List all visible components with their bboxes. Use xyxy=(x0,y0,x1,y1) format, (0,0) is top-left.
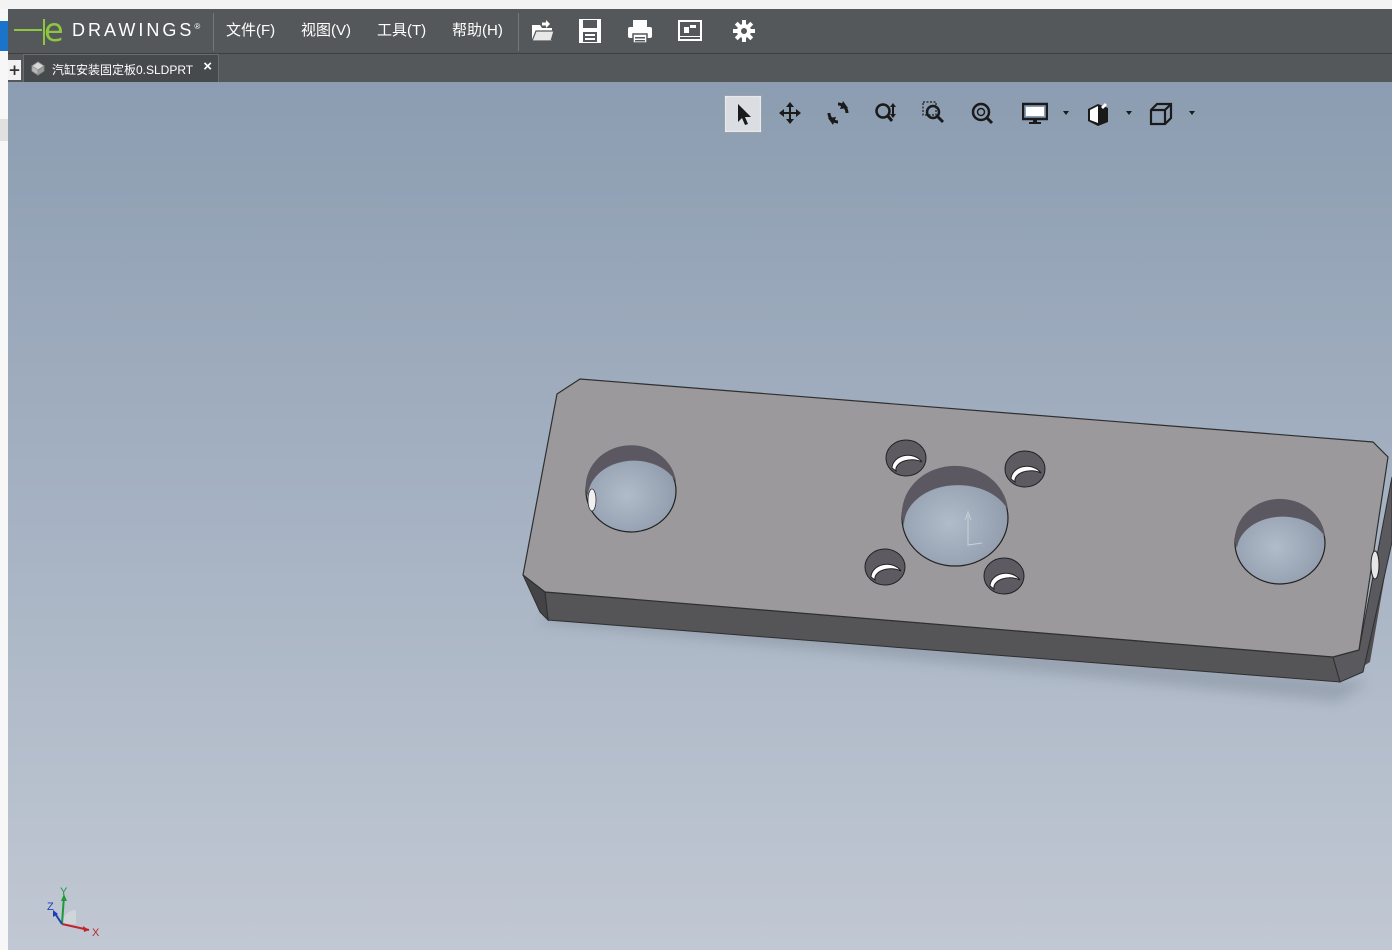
logo-word: DRAWINGS xyxy=(72,20,195,40)
edrawings-window: e DRAWINGS® 文件(F) 视图(V) 工具(T) 帮助(H) + 汽缸… xyxy=(8,9,1392,950)
select-tool[interactable] xyxy=(724,95,762,133)
logo-registered-mark: ® xyxy=(194,22,201,31)
3d-viewport[interactable]: X Y Z xyxy=(8,82,1392,950)
logo-arrow xyxy=(14,29,42,31)
menu-help[interactable]: 帮助(H) xyxy=(452,9,503,53)
section-dropdown-icon[interactable] xyxy=(1125,110,1133,116)
side-panel-selection xyxy=(0,119,8,141)
triad-x-label: X xyxy=(92,927,100,939)
standard-views-dropdown-icon[interactable] xyxy=(1188,110,1196,116)
document-tab-label: 汽缸安装固定板0.SLDPRT xyxy=(52,63,194,77)
desktop-strip xyxy=(0,0,1392,9)
section-icon xyxy=(1088,103,1108,126)
new-tab-button[interactable]: + xyxy=(8,60,21,80)
zoom-icon xyxy=(875,103,896,122)
menu-tools[interactable]: 工具(T) xyxy=(377,9,426,53)
pan-icon xyxy=(779,102,801,124)
side-panel-accent xyxy=(0,21,8,51)
zoom-to-area-tool[interactable] xyxy=(916,95,952,131)
axis-triad-icon: X Y Z xyxy=(47,886,100,939)
part-file-icon xyxy=(30,60,46,76)
standard-views-icon xyxy=(1149,102,1173,126)
main-toolbar: e DRAWINGS® 文件(F) 视图(V) 工具(T) 帮助(H) xyxy=(8,9,1392,54)
document-tab-bar: + 汽缸安装固定板0.SLDPRT × xyxy=(8,54,1392,82)
select-icon xyxy=(738,104,751,125)
zoom-to-fit-icon xyxy=(971,102,994,125)
save-icon[interactable] xyxy=(576,17,604,45)
print-icon[interactable] xyxy=(626,17,654,45)
display-style-dropdown-icon[interactable] xyxy=(1062,110,1070,116)
toolbar-separator xyxy=(213,13,214,51)
settings-icon[interactable] xyxy=(730,17,758,45)
triad-z-label: Z xyxy=(47,901,54,913)
standard-views-tool[interactable] xyxy=(1142,95,1178,131)
markup-icon[interactable] xyxy=(676,17,704,45)
pan-tool[interactable] xyxy=(772,95,808,131)
menu-file[interactable]: 文件(F) xyxy=(226,9,275,53)
toolbar-separator xyxy=(518,13,519,51)
zoom-to-area-icon xyxy=(922,101,945,124)
logo-text: DRAWINGS® xyxy=(72,20,200,41)
part-model xyxy=(522,378,1392,702)
document-tab[interactable]: 汽缸安装固定板0.SLDPRT × xyxy=(23,54,219,82)
edrawings-logo: e DRAWINGS® xyxy=(14,11,214,49)
triad-y-label: Y xyxy=(60,886,68,898)
display-style-icon xyxy=(1022,102,1048,124)
close-tab-icon[interactable]: × xyxy=(203,58,212,75)
zoom-tool[interactable] xyxy=(868,95,904,131)
zoom-to-fit-tool[interactable] xyxy=(964,95,1000,131)
rotate-icon xyxy=(827,101,849,125)
menu-view[interactable]: 视图(V) xyxy=(301,9,351,53)
logo-letter: e xyxy=(44,11,64,49)
open-icon[interactable] xyxy=(529,17,557,45)
rotate-tool[interactable] xyxy=(820,95,856,131)
display-style-tool[interactable] xyxy=(1016,95,1052,131)
section-tool[interactable] xyxy=(1079,95,1115,131)
